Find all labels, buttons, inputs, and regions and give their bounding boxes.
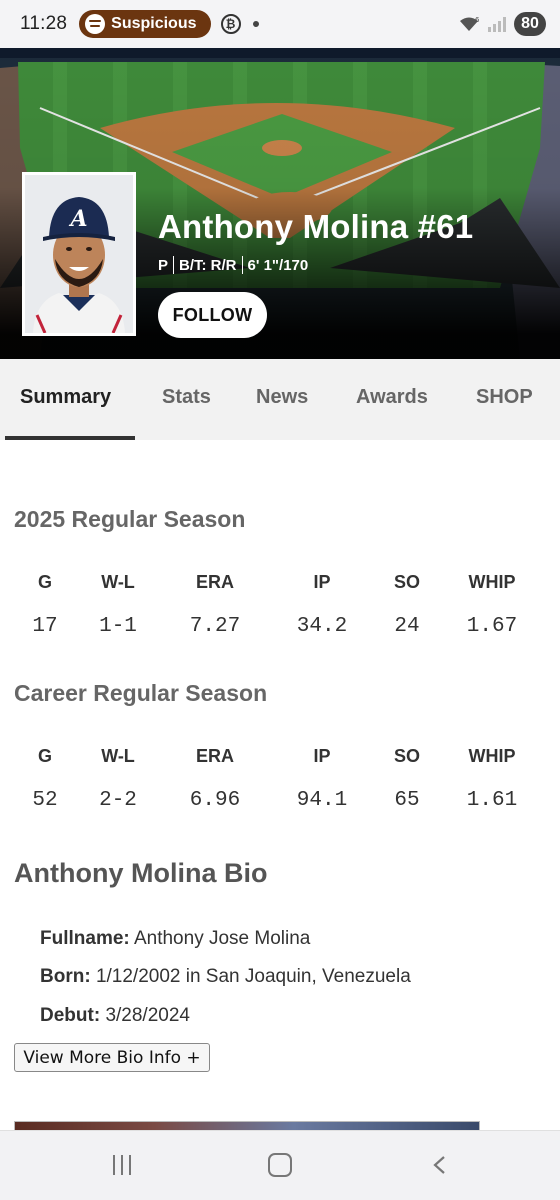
- stat-header: G: [37, 746, 52, 766]
- svg-text:6: 6: [475, 16, 480, 24]
- bio-born: Born: 1/12/2002 in San Joaquin, Venezuel…: [40, 966, 411, 987]
- stat-value: 1-1: [99, 615, 137, 638]
- stat-value: 52: [32, 789, 58, 812]
- player-meta: P B/T: R/R 6' 1"/170: [158, 256, 308, 274]
- stat-header: ERA: [195, 746, 234, 766]
- player-position: P: [158, 256, 169, 274]
- spotify-icon: [85, 14, 106, 34]
- view-more-bio-button[interactable]: View More Bio Info +: [14, 1043, 210, 1072]
- stat-header: SO: [393, 572, 420, 592]
- stat-value: 2-2: [99, 789, 137, 812]
- bitcoin-icon: ₿: [220, 14, 241, 34]
- bio-title: Anthony Molina Bio: [14, 858, 268, 888]
- active-tab-indicator: [5, 436, 135, 440]
- tab-stats[interactable]: Stats: [162, 386, 211, 409]
- stat-value: 6.96: [189, 789, 241, 812]
- status-time: 11:28: [20, 13, 68, 34]
- home-icon[interactable]: [268, 1153, 292, 1177]
- stat-header: IP: [313, 746, 331, 766]
- tab-awards[interactable]: Awards: [356, 386, 428, 409]
- notification-dot-icon: [252, 21, 259, 27]
- svg-text:A: A: [68, 206, 87, 232]
- stat-header: ERA: [195, 572, 234, 592]
- career-stats-title: Career Regular Season: [14, 680, 268, 706]
- stat-value: 34.2: [296, 615, 348, 638]
- tab-shop[interactable]: SHOP: [476, 386, 533, 409]
- recents-icon[interactable]: [113, 1155, 131, 1175]
- media-pill-label: Suspicious: [111, 15, 197, 32]
- stat-header: W-L: [101, 572, 135, 592]
- stat-header: W-L: [101, 746, 135, 766]
- stat-header: WHIP: [468, 746, 516, 766]
- tab-summary[interactable]: Summary: [20, 386, 111, 409]
- back-icon[interactable]: [432, 1155, 446, 1175]
- stat-header: SO: [393, 746, 420, 766]
- stat-header: WHIP: [468, 572, 516, 592]
- wifi-icon: 6: [460, 16, 480, 31]
- tab-bar: Summary Stats News Awards SHOP: [0, 359, 560, 440]
- player-hero: A Anthony Molina #61 P B/T: R/R 6' 1"/17…: [0, 48, 560, 359]
- stat-header: G: [37, 572, 52, 592]
- stat-value: 1.67: [466, 615, 518, 638]
- stat-value: 17: [32, 615, 58, 638]
- tab-news[interactable]: News: [256, 386, 308, 409]
- stat-header: IP: [313, 572, 331, 592]
- season-stats-title: 2025 Regular Season: [14, 506, 246, 532]
- system-nav-bar: [0, 1130, 560, 1200]
- signal-icon: [488, 16, 506, 32]
- stat-value: 65: [394, 789, 420, 812]
- bio-debut: Debut: 3/28/2024: [40, 1005, 190, 1026]
- stat-value: 1.61: [466, 789, 518, 812]
- media-pill[interactable]: Suspicious: [79, 10, 211, 38]
- player-bats-throws: B/T: R/R: [179, 256, 237, 274]
- follow-button[interactable]: FOLLOW: [158, 292, 267, 338]
- status-bar: 11:28 Suspicious ₿ 6 80: [0, 0, 560, 48]
- battery-indicator: 80: [514, 12, 546, 36]
- player-headshot: A: [22, 172, 136, 336]
- bio-fullname: Fullname: Anthony Jose Molina: [40, 928, 311, 949]
- stat-value: 94.1: [296, 789, 348, 812]
- stat-value: 24: [394, 615, 420, 638]
- player-name: Anthony Molina #61: [158, 208, 474, 245]
- player-height-weight: 6' 1"/170: [247, 256, 309, 274]
- stat-value: 7.27: [189, 615, 241, 638]
